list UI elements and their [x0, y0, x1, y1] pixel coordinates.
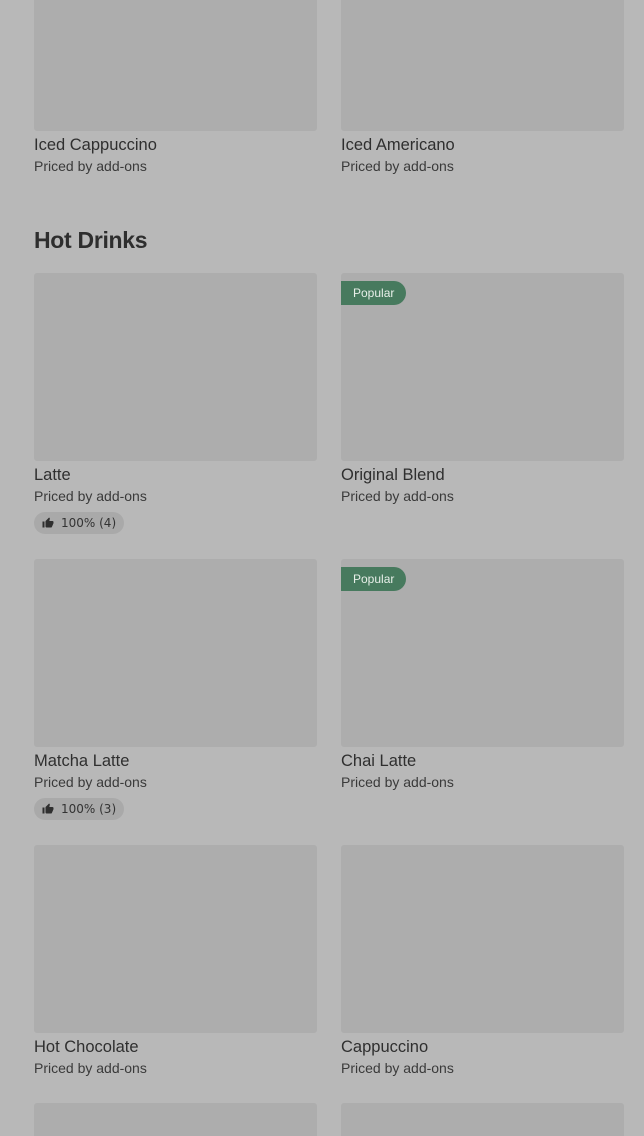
product-image[interactable] [34, 1103, 317, 1136]
rating-text: 100% (4) [61, 516, 117, 530]
product-card-original-blend[interactable]: Popular Original Blend Priced by add-ons [341, 273, 624, 505]
product-name: Iced Cappuccino [34, 136, 157, 154]
product-card-hot-chocolate[interactable]: Hot Chocolate Priced by add-ons [34, 845, 317, 1077]
product-card-iced-cappuccino[interactable]: Iced Cappuccino Priced by add-ons [34, 0, 317, 175]
product-price: Priced by add-ons [341, 774, 454, 790]
product-name: Cappuccino [341, 1038, 429, 1056]
product-name: Hot Chocolate [34, 1038, 139, 1056]
rating-chip: 100% (3) [34, 798, 125, 820]
product-price: Priced by add-ons [34, 158, 147, 174]
product-image[interactable] [341, 845, 624, 1033]
thumbs-up-icon [42, 517, 54, 528]
product-price: Priced by add-ons [34, 1060, 147, 1076]
rating-chip: 100% (4) [34, 512, 125, 534]
product-card-partial[interactable] [341, 1103, 624, 1136]
product-name: Iced Americano [341, 136, 455, 154]
product-price: Priced by add-ons [341, 488, 454, 504]
product-card-cappuccino[interactable]: Cappuccino Priced by add-ons [341, 845, 624, 1077]
popular-badge: Popular [341, 567, 407, 591]
product-card-iced-americano[interactable]: Iced Americano Priced by add-ons [341, 0, 624, 175]
product-image[interactable] [34, 0, 317, 131]
product-image[interactable] [34, 559, 317, 747]
product-image[interactable] [34, 845, 317, 1033]
product-image[interactable]: Popular [341, 273, 624, 461]
section-title-hot-drinks: Hot Drinks [34, 227, 148, 253]
product-image[interactable]: Popular [341, 559, 624, 747]
product-name: Original Blend [341, 466, 445, 484]
product-price: Priced by add-ons [34, 488, 147, 504]
product-image[interactable] [34, 273, 317, 461]
product-card-partial[interactable] [34, 1103, 317, 1136]
product-card-chai-latte[interactable]: Popular Chai Latte Priced by add-ons [341, 559, 624, 791]
product-price: Priced by add-ons [341, 158, 454, 174]
product-name: Matcha Latte [34, 752, 130, 770]
rating-text: 100% (3) [61, 802, 117, 816]
product-image[interactable] [341, 1103, 624, 1136]
product-name: Latte [34, 466, 71, 484]
product-name: Chai Latte [341, 752, 417, 770]
product-price: Priced by add-ons [341, 1060, 454, 1076]
popular-badge: Popular [341, 281, 407, 305]
product-image[interactable] [341, 0, 624, 131]
thumbs-up-icon [42, 803, 54, 814]
product-card-latte[interactable]: Latte Priced by add-ons 100% (4) [34, 273, 317, 534]
product-card-matcha-latte[interactable]: Matcha Latte Priced by add-ons 100% (3) [34, 559, 317, 820]
product-price: Priced by add-ons [34, 774, 147, 790]
